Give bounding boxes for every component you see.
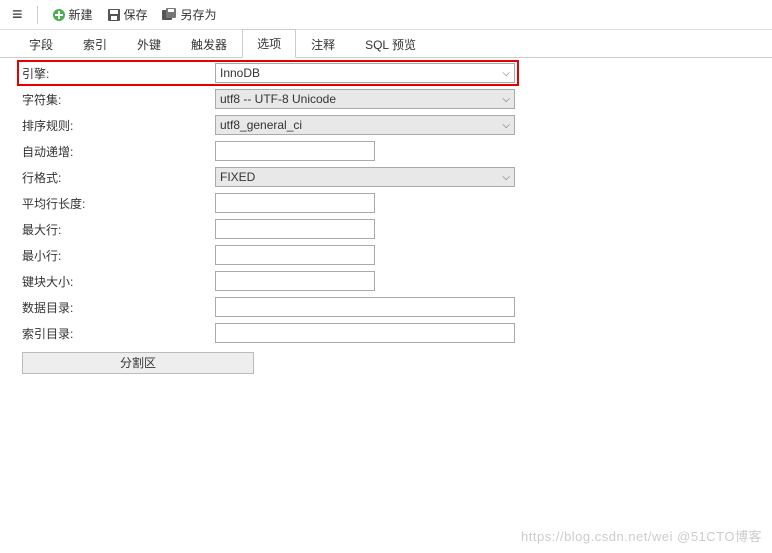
key-block-size-label: 键块大小: xyxy=(22,273,215,290)
auto-increment-input[interactable] xyxy=(215,141,375,161)
min-rows-input[interactable] xyxy=(215,245,375,265)
plus-icon xyxy=(52,8,66,22)
engine-select[interactable]: InnoDB ⌵ xyxy=(215,63,515,83)
row-format-label: 行格式: xyxy=(22,169,215,186)
tab-sql-preview[interactable]: SQL 预览 xyxy=(350,30,431,58)
save-button[interactable]: 保存 xyxy=(103,4,152,25)
toolbar: ≡ 新建 保存 另存为 xyxy=(0,0,772,30)
menu-icon[interactable]: ≡ xyxy=(8,4,27,25)
charset-select[interactable]: utf8 -- UTF-8 Unicode ⌵ xyxy=(215,89,515,109)
tab-foreign-keys[interactable]: 外键 xyxy=(122,30,176,58)
tab-fields[interactable]: 字段 xyxy=(14,30,68,58)
key-block-size-input[interactable] xyxy=(215,271,375,291)
avg-row-length-input[interactable] xyxy=(215,193,375,213)
new-label: 新建 xyxy=(69,6,93,23)
chevron-down-icon: ⌵ xyxy=(502,172,510,183)
chevron-down-icon: ⌵ xyxy=(502,68,510,79)
max-rows-input[interactable] xyxy=(215,219,375,239)
min-rows-label: 最小行: xyxy=(22,247,215,264)
data-directory-input[interactable] xyxy=(215,297,515,317)
tab-bar: 字段 索引 外键 触发器 选项 注释 SQL 预览 xyxy=(0,30,772,58)
new-button[interactable]: 新建 xyxy=(48,4,97,25)
save-icon xyxy=(107,8,121,22)
collation-select[interactable]: utf8_general_ci ⌵ xyxy=(215,115,515,135)
tab-triggers[interactable]: 触发器 xyxy=(176,30,242,58)
tab-comment[interactable]: 注释 xyxy=(296,30,350,58)
collation-label: 排序规则: xyxy=(22,117,215,134)
partition-button[interactable]: 分割区 xyxy=(22,352,254,374)
divider xyxy=(37,6,38,24)
watermark: https://blog.csdn.net/wei @51CTO博客 xyxy=(521,526,762,545)
max-rows-label: 最大行: xyxy=(22,221,215,238)
index-directory-input[interactable] xyxy=(215,323,515,343)
save-as-icon xyxy=(162,8,178,22)
row-format-select[interactable]: FIXED ⌵ xyxy=(215,167,515,187)
save-as-label: 另存为 xyxy=(181,6,217,23)
collation-value: utf8_general_ci xyxy=(220,118,302,132)
tab-options[interactable]: 选项 xyxy=(242,29,296,58)
save-as-button[interactable]: 另存为 xyxy=(158,4,221,25)
chevron-down-icon: ⌵ xyxy=(502,120,510,131)
engine-value: InnoDB xyxy=(220,66,260,80)
row-format-value: FIXED xyxy=(220,170,255,184)
charset-label: 字符集: xyxy=(22,91,215,108)
tab-indexes[interactable]: 索引 xyxy=(68,30,122,58)
options-form: 引擎: InnoDB ⌵ 字符集: utf8 -- UTF-8 Unicode … xyxy=(0,58,772,374)
engine-label: 引擎: xyxy=(22,65,215,82)
data-directory-label: 数据目录: xyxy=(22,299,215,316)
auto-increment-label: 自动递增: xyxy=(22,143,215,160)
index-directory-label: 索引目录: xyxy=(22,325,215,342)
chevron-down-icon: ⌵ xyxy=(502,94,510,105)
charset-value: utf8 -- UTF-8 Unicode xyxy=(220,92,336,106)
save-label: 保存 xyxy=(124,6,148,23)
avg-row-length-label: 平均行长度: xyxy=(22,195,215,212)
